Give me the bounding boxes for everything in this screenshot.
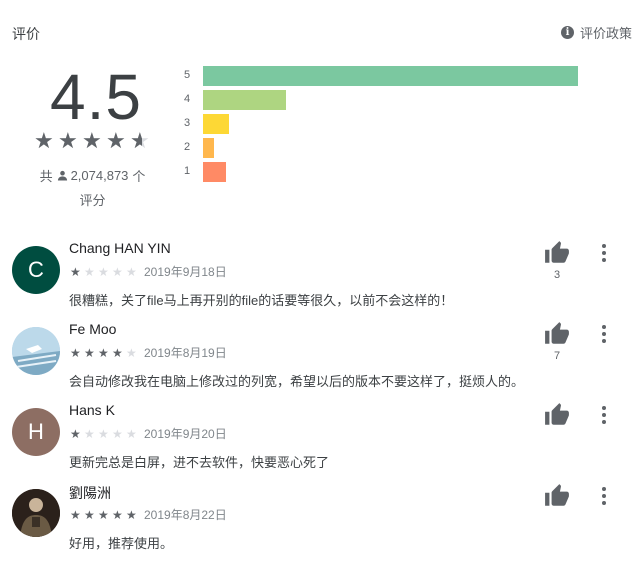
review-text: 好用，推荐使用。 <box>69 536 174 551</box>
histogram-label: 2 <box>184 141 191 153</box>
reviewer-name: Hans K <box>69 402 115 418</box>
helpful-count: 7 <box>553 350 561 362</box>
review-text: 更新完总是白屏，进不去软件，快要恶心死了 <box>69 455 330 470</box>
star-icon: ★ <box>98 345 109 360</box>
review-meta: ★ ★ ★ ★ ★ 2019年9月18日 <box>70 263 227 280</box>
more-vert-icon[interactable] <box>595 323 613 345</box>
histogram-bar <box>203 162 226 182</box>
star-icon: ★ ★ <box>58 128 78 153</box>
reviewer-name: Fe Moo <box>69 321 117 337</box>
star-icon: ★ <box>70 426 81 441</box>
more-vert-icon[interactable] <box>595 242 613 264</box>
helpful-count: 3 <box>553 269 561 281</box>
histogram-bar <box>203 66 578 86</box>
avatar[interactable] <box>12 327 60 375</box>
info-icon: i <box>560 26 574 39</box>
thumbs-up-icon[interactable] <box>544 483 570 509</box>
avatar[interactable] <box>12 489 60 537</box>
histogram-label: 1 <box>184 165 191 177</box>
review-meta: ★ ★ ★ ★ ★ 2019年9月20日 <box>70 425 227 442</box>
histogram-bar <box>203 114 229 134</box>
star-icon: ★ <box>84 264 95 279</box>
more-vert-icon[interactable] <box>595 404 613 426</box>
review-meta: ★ ★ ★ ★ ★ 2019年8月22日 <box>70 506 227 523</box>
review-text: 会自动修改我在电脑上修改过的列宽，希望以后的版本不要这样了，挺烦人的。 <box>69 374 525 389</box>
more-vert-icon[interactable] <box>595 485 613 507</box>
star-icon: ★ ★ <box>34 128 54 153</box>
review-policy-link[interactable]: i 评价政策 <box>560 23 632 42</box>
review-item: H Hans K ★ ★ ★ ★ ★ 2019年9月20日 更新完总是白屏，进不去软件，快要恶心… <box>0 400 640 478</box>
star-icon: ★ <box>112 264 123 279</box>
star-icon: ★ <box>112 507 123 522</box>
average-score: 4.5 <box>50 61 142 133</box>
star-icon: ★ <box>84 507 95 522</box>
histogram-label: 5 <box>184 69 191 81</box>
total-unit: 评分 <box>79 193 106 208</box>
star-icon: ★ <box>126 264 137 279</box>
review-policy-label: 评价政策 <box>579 26 632 41</box>
star-icon: ★ <box>98 264 109 279</box>
star-icon: ★ ★ <box>82 128 102 153</box>
review-item: Fe Moo ★ ★ ★ ★ ★ 2019年8月19日 会自动修改我在电脑上修改过的列宽，希望… <box>0 319 640 397</box>
person-icon <box>57 170 67 181</box>
review-text: 很糟糕，关了file马上再开别的file的话要等很久，以前不会这样的！ <box>69 293 454 308</box>
avatar[interactable]: C <box>12 246 60 294</box>
star-icon: ★ <box>84 345 95 360</box>
histogram-row: 1 <box>184 162 604 186</box>
reviewer-name: Chang HAN YIN <box>69 240 171 256</box>
star-icon: ★ <box>112 345 123 360</box>
average-stars: ★ ★ ★ ★ ★ ★ ★ ★ ★ ★ <box>34 129 154 153</box>
reviews-title: 评价 <box>12 26 40 42</box>
star-icon: ★ <box>112 426 123 441</box>
histogram-label: 3 <box>184 117 191 129</box>
histogram-row: 5 <box>184 66 604 90</box>
star-icon: ★ ★ <box>130 128 150 153</box>
histogram-bar <box>203 138 214 158</box>
thumbs-up-icon[interactable] <box>544 240 570 266</box>
histogram-row: 2 <box>184 138 604 162</box>
review-date: 2019年8月22日 <box>144 508 227 522</box>
star-icon: ★ <box>98 426 109 441</box>
histogram-bar <box>203 90 286 110</box>
review-item: C Chang HAN YIN ★ ★ ★ ★ ★ 2019年9月18日 很糟糕，关了file马… <box>0 238 640 316</box>
reviewer-name: 劉陽洲 <box>69 485 111 501</box>
review-date: 2019年9月20日 <box>144 427 227 441</box>
star-icon: ★ <box>126 426 137 441</box>
total-ratings: 共 2,074,873 个 <box>20 166 165 185</box>
thumbs-up-icon[interactable] <box>544 321 570 347</box>
avatar[interactable]: H <box>12 408 60 456</box>
total-suffix: 个 <box>132 169 146 184</box>
histogram-row: 4 <box>184 90 604 114</box>
histogram-label: 4 <box>184 93 191 105</box>
review-date: 2019年8月19日 <box>144 346 227 360</box>
star-icon: ★ <box>98 507 109 522</box>
star-icon: ★ ★ <box>106 128 126 153</box>
total-count: 2,074,873 <box>70 168 129 183</box>
star-icon: ★ <box>70 264 81 279</box>
star-icon: ★ <box>126 507 137 522</box>
star-icon: ★ <box>84 426 95 441</box>
star-icon: ★ <box>70 345 81 360</box>
histogram-row: 3 <box>184 114 604 138</box>
rating-histogram: 5 4 3 2 1 <box>184 66 604 186</box>
review-item: 劉陽洲 ★ ★ ★ ★ ★ 2019年8月22日 好用，推荐使用。 <box>0 481 640 559</box>
review-meta: ★ ★ ★ ★ ★ 2019年8月19日 <box>70 344 227 361</box>
star-icon: ★ <box>70 507 81 522</box>
star-icon: ★ <box>126 345 137 360</box>
total-prefix: 共 <box>39 169 53 184</box>
thumbs-up-icon[interactable] <box>544 402 570 428</box>
review-date: 2019年9月18日 <box>144 265 227 279</box>
